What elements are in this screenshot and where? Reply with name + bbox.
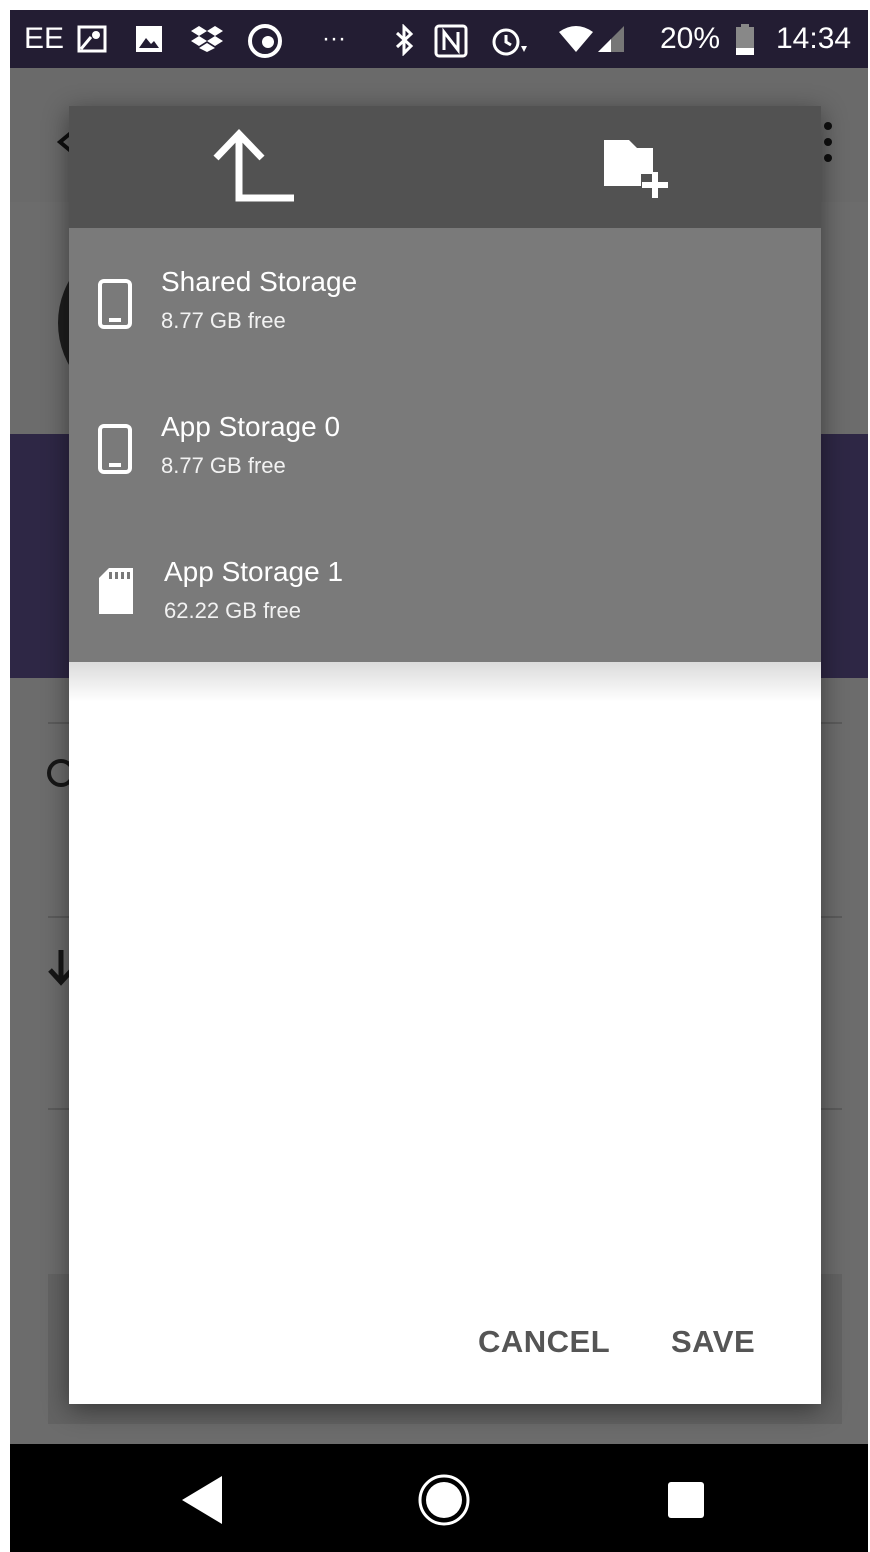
storage-free-space: 8.77 GB free <box>161 453 286 478</box>
storage-name: App Storage 0 <box>161 411 341 442</box>
navigation-bar <box>10 1444 868 1552</box>
image-icon <box>136 26 162 52</box>
dropbox-icon <box>191 26 223 52</box>
bluetooth-icon <box>395 24 414 56</box>
alarm-icon <box>492 28 527 56</box>
home-button[interactable] <box>404 1468 484 1532</box>
save-location-dialog: Shared Storage 8.77 GB free App Storage … <box>69 106 821 1404</box>
recents-button[interactable] <box>646 1468 726 1532</box>
storage-name: Shared Storage <box>161 266 358 297</box>
phone-screen: EE ··· 20% 14:34 Shared Storage 8.77 GB … <box>10 10 868 1552</box>
new-folder-icon <box>604 140 668 198</box>
battery-percent: 20% <box>660 22 721 55</box>
storage-free-space: 62.22 GB free <box>164 598 301 623</box>
wifi-icon <box>559 26 593 52</box>
storage-item-app-1[interactable]: App Storage 1 62.22 GB free <box>69 518 821 663</box>
storage-item-shared[interactable]: Shared Storage 8.77 GB free <box>69 228 821 373</box>
cancel-button[interactable]: CANCEL <box>478 1312 610 1372</box>
new-folder-button[interactable] <box>589 126 679 212</box>
maps-icon <box>77 25 107 53</box>
carrier-label: EE <box>24 22 65 55</box>
storage-free-space: 8.77 GB free <box>161 308 286 333</box>
back-button[interactable] <box>164 1468 244 1532</box>
dialog-toolbar <box>69 106 821 228</box>
battery-icon <box>736 24 754 55</box>
overflow-indicator: ··· <box>322 25 346 52</box>
clock: 14:34 <box>776 22 852 55</box>
save-button[interactable]: SAVE <box>671 1312 755 1372</box>
storage-name: App Storage 1 <box>164 556 344 587</box>
storage-list: Shared Storage 8.77 GB free App Storage … <box>69 228 821 662</box>
status-bar: EE ··· 20% 14:34 <box>10 10 868 68</box>
storage-item-app-0[interactable]: App Storage 0 8.77 GB free <box>69 373 821 518</box>
sd-card-icon <box>99 568 133 614</box>
recents-icon <box>668 1482 704 1518</box>
phone-icon <box>98 424 132 474</box>
phone-icon <box>98 279 132 329</box>
nfc-icon <box>434 24 468 58</box>
home-icon <box>418 1474 470 1526</box>
list-shadow <box>69 662 821 702</box>
edge-icon <box>248 24 282 58</box>
back-icon <box>182 1476 222 1524</box>
up-arrow-icon <box>213 128 294 202</box>
signal-icon <box>598 26 624 52</box>
navigate-up-button[interactable] <box>212 126 302 212</box>
